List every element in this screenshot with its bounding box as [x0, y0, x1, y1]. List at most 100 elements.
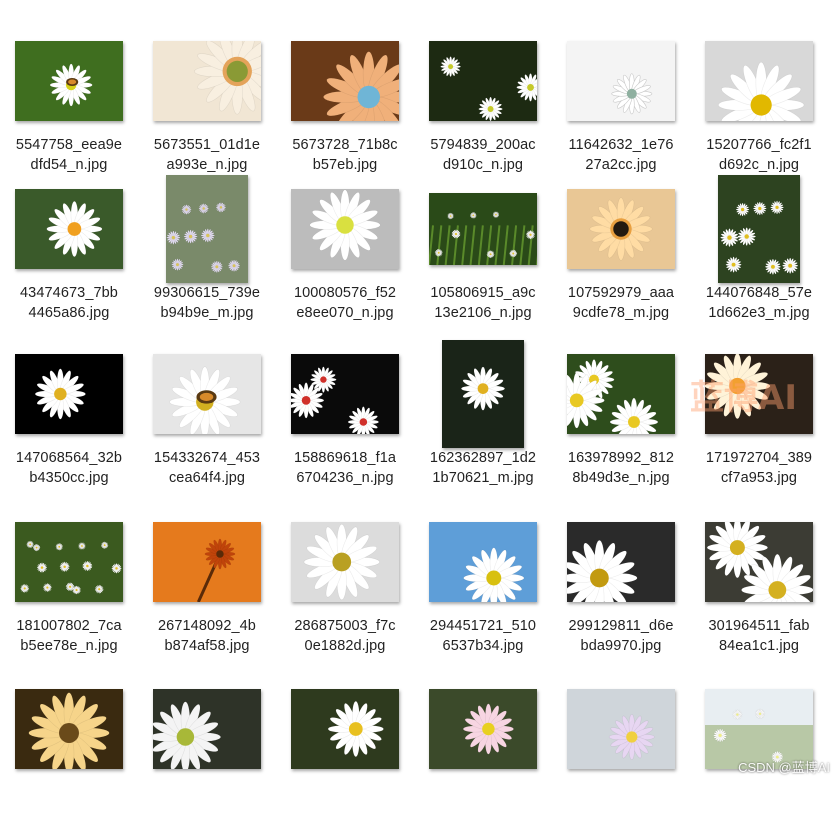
image-thumbnail[interactable] [153, 689, 261, 769]
thumbnail-frame [690, 32, 828, 130]
file-name: 294451721_510 6537b34.jpg [414, 616, 552, 656]
file-name-line2: cf7a953.jpg [720, 470, 798, 486]
thumbnail-frame [0, 513, 138, 611]
thumbnail-frame [276, 345, 414, 443]
file-name-line2: b874af58.jpg [164, 638, 250, 654]
image-thumbnail[interactable] [429, 689, 537, 769]
file-item[interactable]: 294451721_510 6537b34.jpg [414, 513, 552, 663]
file-name-line2: 0e1882d.jpg [304, 638, 386, 654]
file-name: 158869618_f1a 6704236_n.jpg [276, 448, 414, 488]
file-item[interactable] [276, 680, 414, 830]
file-item[interactable]: 100080576_f52 e8ee070_n.jpg [276, 180, 414, 330]
file-name-line2: 6537b34.jpg [442, 638, 524, 654]
file-name-line2: e8ee070_n.jpg [296, 305, 394, 321]
file-item[interactable]: 43474673_7bb 4465a86.jpg [0, 180, 138, 330]
image-thumbnail[interactable] [705, 522, 813, 602]
image-thumbnail[interactable] [567, 689, 675, 769]
thumbnail-frame [414, 340, 552, 448]
file-name-line2: 8b49d3e_n.jpg [572, 470, 670, 486]
file-name: 15207766_fc2f1 d692c_n.jpg [690, 135, 828, 175]
file-name: 100080576_f52 e8ee070_n.jpg [276, 283, 414, 323]
image-thumbnail[interactable] [15, 41, 123, 121]
file-item[interactable]: 99306615_739e b94b9e_m.jpg [138, 175, 276, 330]
file-item[interactable] [690, 680, 828, 830]
file-name: 163978992_812 8b49d3e_n.jpg [552, 448, 690, 488]
file-item[interactable] [414, 680, 552, 830]
thumbnail-frame [138, 32, 276, 130]
file-item[interactable]: 107592979_aaa 9cdfe78_m.jpg [552, 180, 690, 330]
file-item[interactable] [0, 680, 138, 830]
image-thumbnail[interactable] [567, 41, 675, 121]
thumbnail-frame [552, 513, 690, 611]
file-name-line2: dfd54_n.jpg [30, 157, 108, 173]
file-item[interactable]: 286875003_f7c 0e1882d.jpg [276, 513, 414, 663]
file-name-line1: 147068564_32b [15, 450, 123, 466]
file-item[interactable]: 5673728_71b8c b57eb.jpg [276, 32, 414, 182]
file-name-line1: 154332674_453 [153, 450, 261, 466]
file-item[interactable] [138, 680, 276, 830]
file-item[interactable]: 15207766_fc2f1 d692c_n.jpg [690, 32, 828, 182]
thumbnail-frame [690, 175, 828, 283]
file-item[interactable]: 154332674_453 cea64f4.jpg [138, 345, 276, 495]
file-name-line2: 4465a86.jpg [28, 305, 110, 321]
file-name: 301964511_fab 84ea1c1.jpg [690, 616, 828, 656]
file-item[interactable]: 5794839_200ac d910c_n.jpg [414, 32, 552, 182]
file-name-line1: 286875003_f7c [294, 618, 396, 634]
file-name-line1: 144076848_57e [705, 285, 813, 301]
image-thumbnail[interactable] [567, 354, 675, 434]
file-name-line1: 5794839_200ac [430, 137, 536, 153]
image-thumbnail[interactable] [291, 354, 399, 434]
image-thumbnail[interactable] [705, 41, 813, 121]
file-item[interactable]: 301964511_fab 84ea1c1.jpg [690, 513, 828, 663]
file-item[interactable]: 105806915_a9c 13e2106_n.jpg [414, 180, 552, 330]
file-name-line1: 5673551_01d1e [153, 137, 261, 153]
file-name: 5673551_01d1e a993e_n.jpg [138, 135, 276, 175]
file-name-line1: 43474673_7bb [20, 285, 118, 301]
file-item[interactable]: 147068564_32b b4350cc.jpg [0, 345, 138, 495]
image-thumbnail[interactable] [718, 175, 800, 283]
image-thumbnail[interactable] [15, 689, 123, 769]
file-name: 107592979_aaa 9cdfe78_m.jpg [552, 283, 690, 323]
image-thumbnail[interactable] [291, 189, 399, 269]
image-thumbnail[interactable] [291, 522, 399, 602]
image-thumbnail[interactable] [429, 522, 537, 602]
file-name-line2: 13e2106_n.jpg [434, 305, 532, 321]
image-thumbnail[interactable] [153, 354, 261, 434]
image-thumbnail[interactable] [153, 41, 261, 121]
file-name-line2: 9cdfe78_m.jpg [572, 305, 670, 321]
file-item[interactable]: 163978992_812 8b49d3e_n.jpg [552, 345, 690, 495]
file-item[interactable] [552, 680, 690, 830]
file-item[interactable]: 171972704_389 cf7a953.jpg [690, 345, 828, 495]
image-thumbnail[interactable] [153, 522, 261, 602]
file-item[interactable]: 5673551_01d1e a993e_n.jpg [138, 32, 276, 182]
thumbnail-frame [552, 345, 690, 443]
image-thumbnail[interactable] [567, 189, 675, 269]
image-thumbnail[interactable] [429, 193, 537, 265]
file-item[interactable]: 5547758_eea9e dfd54_n.jpg [0, 32, 138, 182]
image-thumbnail[interactable] [442, 340, 524, 448]
file-name-line2: 84ea1c1.jpg [718, 638, 800, 654]
image-thumbnail[interactable] [705, 689, 813, 769]
file-item[interactable]: 299129811_d6e bda9970.jpg [552, 513, 690, 663]
image-thumbnail[interactable] [291, 689, 399, 769]
image-thumbnail[interactable] [291, 41, 399, 121]
file-item[interactable]: 181007802_7ca b5ee78e_n.jpg [0, 513, 138, 663]
file-item[interactable]: 158869618_f1a 6704236_n.jpg [276, 345, 414, 495]
image-thumbnail[interactable] [705, 354, 813, 434]
thumbnail-frame [276, 180, 414, 278]
image-thumbnail[interactable] [15, 189, 123, 269]
file-item[interactable]: 11642632_1e76 27a2cc.jpg [552, 32, 690, 182]
thumbnail-frame [0, 180, 138, 278]
image-thumbnail[interactable] [15, 522, 123, 602]
image-thumbnail[interactable] [429, 41, 537, 121]
file-name: 267148092_4b b874af58.jpg [138, 616, 276, 656]
file-name-line1: 267148092_4b [158, 618, 256, 634]
file-item[interactable]: 267148092_4b b874af58.jpg [138, 513, 276, 663]
file-item[interactable]: 144076848_57e 1d662e3_m.jpg [690, 175, 828, 330]
image-thumbnail[interactable] [567, 522, 675, 602]
file-name: 43474673_7bb 4465a86.jpg [0, 283, 138, 323]
file-item[interactable]: 162362897_1d2 1b70621_m.jpg [414, 340, 552, 495]
thumbnail-frame [552, 32, 690, 130]
image-thumbnail[interactable] [15, 354, 123, 434]
image-thumbnail[interactable] [166, 175, 248, 283]
